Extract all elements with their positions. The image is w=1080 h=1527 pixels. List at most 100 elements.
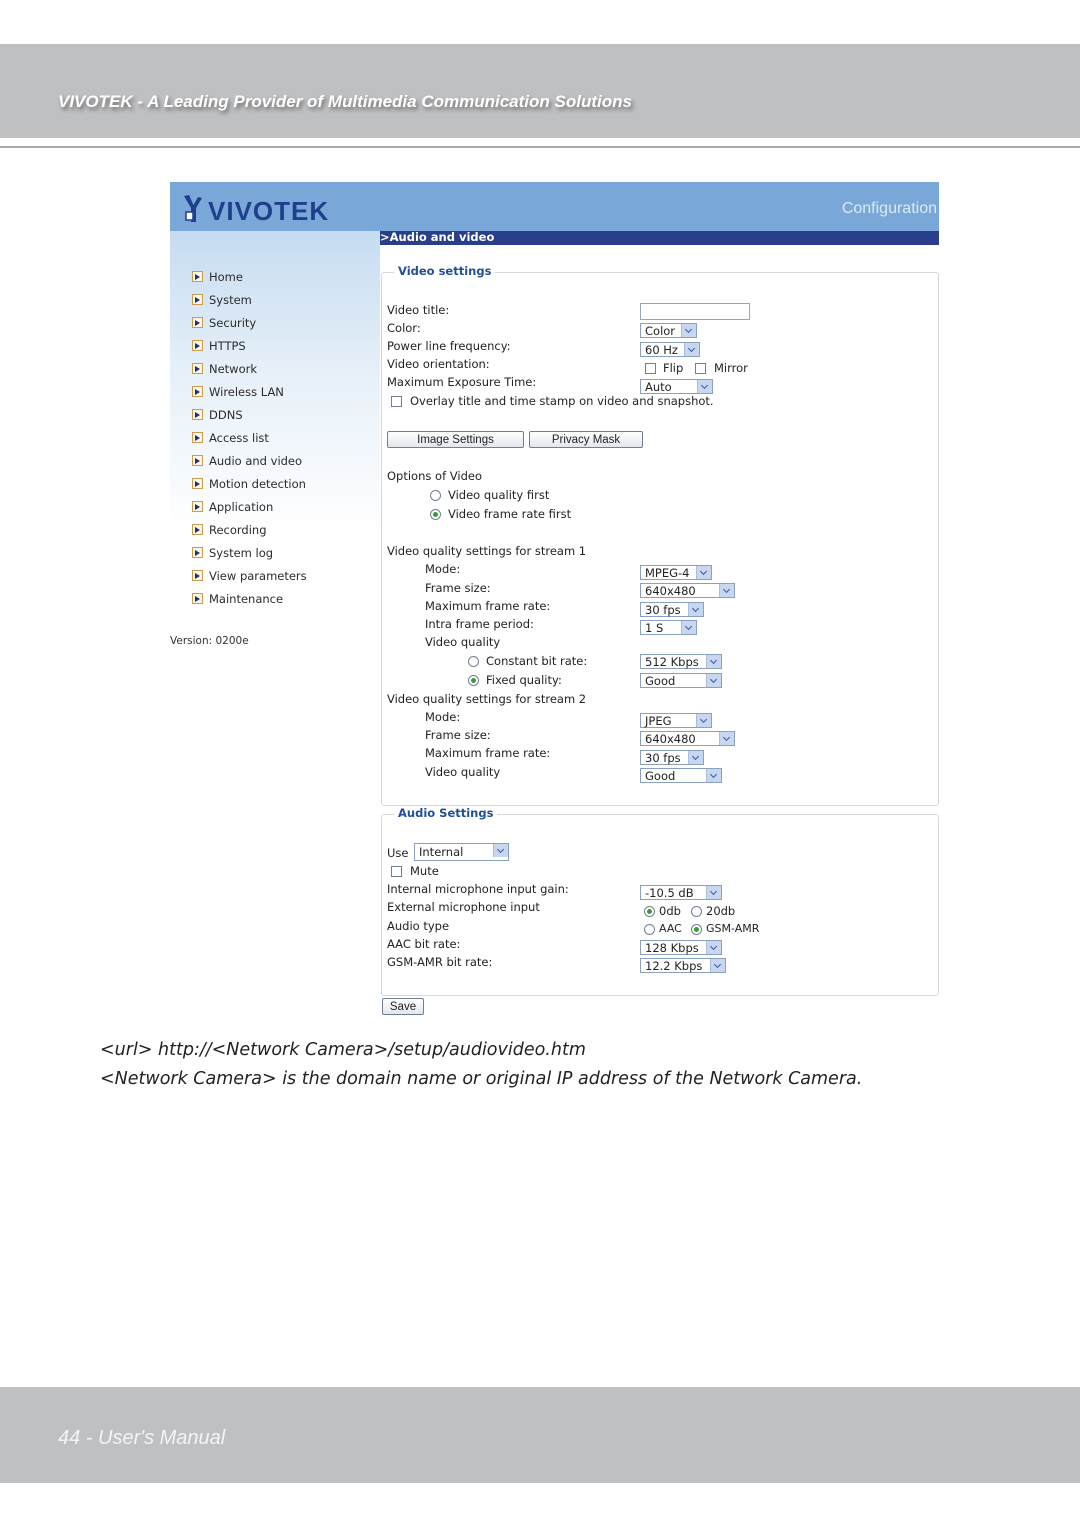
sidebar-item-recording[interactable]: Recording	[192, 518, 307, 541]
chevron-down-icon	[681, 324, 696, 337]
image-settings-button[interactable]: Image Settings	[387, 431, 524, 448]
arrow-right-icon	[192, 432, 203, 443]
options-of-video-label: Options of Video	[387, 469, 482, 483]
stream2-quality-value: Good	[645, 769, 676, 783]
video-quality-first-radio[interactable]	[430, 490, 441, 501]
overlay-checkbox[interactable]	[391, 396, 402, 407]
stream1-mode-select[interactable]: MPEG-4	[640, 565, 712, 580]
arrow-right-icon	[192, 570, 203, 581]
power-line-frequency-select[interactable]: 60 Hz	[640, 342, 700, 357]
stream1-fixed-quality-select[interactable]: Good	[640, 673, 722, 688]
stream2-quality-label: Video quality	[425, 765, 501, 779]
arrow-right-icon	[192, 294, 203, 305]
chevron-down-icon	[706, 655, 721, 668]
mute-checkbox[interactable]	[391, 866, 402, 877]
arrow-right-icon	[192, 478, 203, 489]
sidebar-item-system-log[interactable]: System log	[192, 541, 307, 564]
video-frame-rate-first-radio[interactable]	[430, 509, 441, 520]
external-mic-0db-label: 0db	[659, 904, 681, 918]
stream2-mode-value: JPEG	[645, 714, 672, 728]
color-select[interactable]: Color	[640, 323, 697, 338]
sidebar-item-https[interactable]: HTTPS	[192, 334, 307, 357]
arrow-right-icon	[192, 524, 203, 535]
stream1-cbr-select[interactable]: 512 Kbps	[640, 654, 722, 669]
audio-use-value: Internal	[419, 845, 464, 859]
stream1-intra-value: 1 S	[645, 621, 664, 635]
chevron-down-icon	[706, 886, 721, 899]
sidebar-item-label: Maintenance	[209, 591, 284, 606]
flip-checkbox[interactable]	[645, 363, 656, 374]
external-mic-0db-radio[interactable]	[644, 906, 655, 917]
video-frame-rate-first-label: Video frame rate first	[448, 507, 572, 521]
sidebar-item-maintenance[interactable]: Maintenance	[192, 587, 307, 610]
external-mic-20db-radio[interactable]	[691, 906, 702, 917]
audio-type-label: Audio type	[387, 919, 450, 933]
video-orientation-label: Video orientation:	[387, 357, 490, 371]
sidebar-item-ddns[interactable]: DDNS	[192, 403, 307, 426]
stream2-frame-size-value: 640x480	[645, 732, 696, 746]
sidebar-item-application[interactable]: Application	[192, 495, 307, 518]
configuration-screenshot: VIVOTEK Configuration >Audio and video H…	[170, 182, 939, 1022]
aac-bit-rate-value: 128 Kbps	[645, 941, 699, 955]
page-footer-text: 44 - User's Manual	[58, 1427, 226, 1449]
internal-mic-gain-label: Internal microphone input gain:	[387, 882, 569, 896]
audio-use-label: Use	[387, 846, 409, 860]
sidebar-item-system[interactable]: System	[192, 288, 307, 311]
gsm-amr-bit-rate-value: 12.2 Kbps	[645, 959, 703, 973]
sidebar-item-wireless-lan[interactable]: Wireless LAN	[192, 380, 307, 403]
audio-use-select[interactable]: Internal	[414, 843, 509, 861]
video-title-input[interactable]	[640, 303, 750, 320]
stream1-fixed-quality-label: Fixed quality:	[486, 673, 562, 687]
stream2-quality-select[interactable]: Good	[640, 768, 722, 783]
stream2-heading: Video quality settings for stream 2	[387, 692, 587, 706]
stream2-mode-select[interactable]: JPEG	[640, 713, 712, 728]
chevron-down-icon	[706, 941, 721, 954]
privacy-mask-button[interactable]: Privacy Mask	[529, 431, 643, 448]
chevron-down-icon	[493, 844, 508, 857]
power-select-value: 60 Hz	[645, 343, 678, 357]
audio-type-aac-radio[interactable]	[644, 924, 655, 935]
stream2-max-fps-select[interactable]: 30 fps	[640, 750, 704, 765]
sidebar-item-access-list[interactable]: Access list	[192, 426, 307, 449]
sidebar-item-network[interactable]: Network	[192, 357, 307, 380]
gsm-amr-bit-rate-select[interactable]: 12.2 Kbps	[640, 958, 726, 973]
stream1-cbr-radio[interactable]	[468, 656, 479, 667]
stream1-intra-label: Intra frame period:	[425, 617, 534, 631]
chevron-down-icon	[688, 603, 703, 616]
sidebar-item-label: View parameters	[209, 568, 307, 583]
sidebar-item-view-parameters[interactable]: View parameters	[192, 564, 307, 587]
sidebar-item-label: Home	[209, 269, 243, 284]
audio-type-gsm-amr-radio[interactable]	[691, 924, 702, 935]
arrow-right-icon	[192, 317, 203, 328]
audio-type-gsm-amr-label: GSM-AMR	[706, 922, 760, 935]
internal-mic-gain-select[interactable]: -10.5 dB	[640, 885, 722, 900]
arrow-right-icon	[192, 593, 203, 604]
mirror-checkbox[interactable]	[695, 363, 706, 374]
sidebar-item-home[interactable]: Home	[192, 265, 307, 288]
stream1-frame-size-select[interactable]: 640x480	[640, 583, 735, 598]
stream2-frame-size-select[interactable]: 640x480	[640, 731, 735, 746]
sidebar-item-audio-and-video[interactable]: Audio and video	[192, 449, 307, 472]
arrow-right-icon	[192, 409, 203, 420]
section-title-bar: >Audio and video	[380, 230, 939, 245]
stream1-heading: Video quality settings for stream 1	[387, 544, 587, 558]
app-banner: VIVOTEK Configuration	[170, 182, 939, 231]
aac-bit-rate-select[interactable]: 128 Kbps	[640, 940, 722, 955]
sidebar-item-label: Security	[209, 315, 257, 330]
stream1-fixed-quality-value: Good	[645, 674, 676, 688]
save-button[interactable]: Save	[382, 998, 424, 1015]
stream1-max-fps-select[interactable]: 30 fps	[640, 602, 704, 617]
video-settings-legend: Video settings	[394, 264, 496, 278]
configuration-title: Configuration	[841, 200, 937, 217]
stream1-fixed-quality-radio[interactable]	[468, 675, 479, 686]
arrow-right-icon	[192, 386, 203, 397]
network-camera-note: <Network Camera> is the domain name or o…	[100, 1069, 863, 1089]
overlay-label: Overlay title and time stamp on video an…	[410, 394, 714, 408]
stream1-intra-select[interactable]: 1 S	[640, 620, 697, 635]
logo-text: VIVOTEK	[208, 196, 330, 226]
sidebar-item-motion-detection[interactable]: Motion detection	[192, 472, 307, 495]
chevron-down-icon	[719, 732, 734, 745]
sidebar-item-security[interactable]: Security	[192, 311, 307, 334]
audio-type-aac-label: AAC	[659, 922, 682, 935]
max-exposure-select[interactable]: Auto	[640, 379, 713, 394]
